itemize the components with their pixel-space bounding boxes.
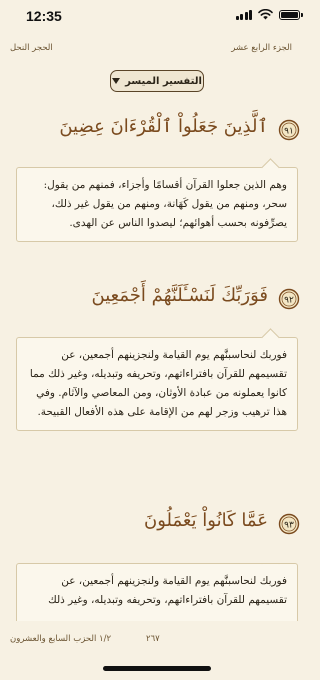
ayah-row[interactable]: عَمَّا كَانُواْ يَعْمَلُونَ ٩٣ xyxy=(0,507,314,541)
tafsir-box: فوربك لنحاسبنَّهم يوم القيامة ولنجزينهم … xyxy=(16,337,298,431)
ayah-row[interactable]: فَوَرَبِّكَ لَنَسْـَٔلَنَّهُمْ أَجْمَعِي… xyxy=(0,282,314,316)
tafsir-box: فوربك لنحاسبنَّهم يوم القيامة ولنجزينهم … xyxy=(16,563,298,621)
home-indicator[interactable] xyxy=(103,666,211,671)
tafsir-selector-label: التفسير الميسر xyxy=(125,75,202,87)
page-number: ٢٦٧ xyxy=(146,634,160,644)
battery-icon xyxy=(279,9,303,20)
ayah-text: فَوَرَبِّكَ لَنَسْـَٔلَنَّهُمْ أَجْمَعِي… xyxy=(91,285,268,306)
dropdown-triangle-icon xyxy=(112,78,121,84)
tafsir-box: وهم الذين جعلوا القرآن أقسامًا وأجزاء، ف… xyxy=(16,167,298,242)
page-header: الجزء الرابع عشر الحجر النحل xyxy=(0,40,314,58)
ayah-number-marker-icon: ٩١ xyxy=(278,119,300,141)
status-bar: 12:35 xyxy=(0,0,314,34)
ayah-number: ٩٢ xyxy=(284,296,294,306)
tafsir-text: فوربك لنحاسبنَّهم يوم القيامة ولنجزينهم … xyxy=(48,575,287,606)
status-icons xyxy=(235,9,303,20)
wifi-icon xyxy=(258,9,273,20)
juz-label: الجزء الرابع عشر xyxy=(231,43,292,53)
ayah-text: عَمَّا كَانُواْ يَعْمَلُونَ xyxy=(143,510,268,531)
surah-label: الحجر النحل xyxy=(10,43,53,53)
tafsir-text: وهم الذين جعلوا القرآن أقسامًا وأجزاء، ف… xyxy=(43,179,287,229)
tafsir-text: فوربك لنحاسبنَّهم يوم القيامة ولنجزينهم … xyxy=(29,349,287,418)
status-time: 12:35 xyxy=(26,8,62,24)
ayah-text: ٱلَّذِينَ جَعَلُواْ ٱلْقُرْءَانَ عِضِينَ xyxy=(59,116,268,137)
ayah-number: ٩٣ xyxy=(284,521,294,531)
tafsir-selector-button[interactable]: التفسير الميسر xyxy=(110,70,204,92)
hizb-label: ١/٢ الحزب السابع والعشرون xyxy=(10,634,112,644)
ayah-number-marker-icon: ٩٢ xyxy=(278,288,300,310)
ayah-number: ٩١ xyxy=(284,127,294,137)
cellular-signal-icon xyxy=(235,9,252,20)
ayah-number-marker-icon: ٩٣ xyxy=(278,513,300,535)
ayah-row[interactable]: ٱلَّذِينَ جَعَلُواْ ٱلْقُرْءَانَ عِضِينَ… xyxy=(0,113,314,147)
page-footer: ١/٢ الحزب السابع والعشرون ٢٦٧ xyxy=(0,632,314,648)
